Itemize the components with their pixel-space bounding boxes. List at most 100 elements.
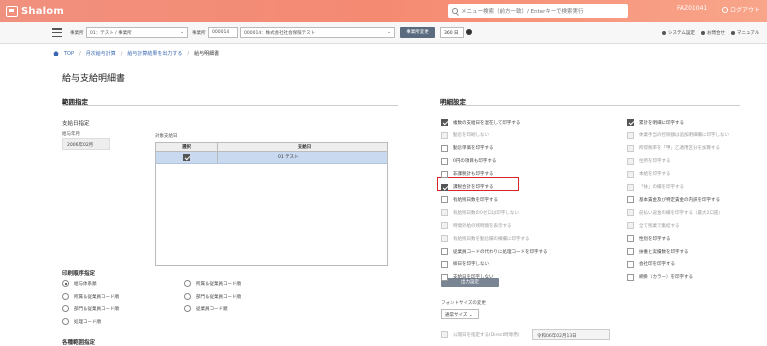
detail-option[interactable]: 複数の支給日を混在して印字する xyxy=(441,119,520,126)
option-checkbox[interactable] xyxy=(627,222,634,230)
option-label: 前払い返金の欄を印字する（最大2口座） xyxy=(639,210,723,216)
breadcrumb-top[interactable]: TOP xyxy=(64,51,74,57)
option-checkbox[interactable] xyxy=(627,170,634,178)
app-logo[interactable]: Shalom xyxy=(6,4,64,18)
system-settings-label: システム設定 xyxy=(668,31,695,36)
detail-option[interactable]: 全て残業で集結する xyxy=(627,222,680,230)
pubdate-option[interactable]: 公開日を指定する(Direct時専用) xyxy=(441,331,519,338)
detail-option[interactable]: 扶養と実績数を印字する xyxy=(627,248,689,255)
option-checkbox[interactable] xyxy=(441,131,448,139)
detail-option[interactable]: 前払い返金の欄を印字する（最大2口座） xyxy=(627,209,723,217)
option-checkbox[interactable] xyxy=(441,196,448,204)
option-checkbox[interactable] xyxy=(441,119,448,126)
detail-option[interactable]: 時間外給の残時間を表示する xyxy=(441,222,512,230)
option-checkbox[interactable] xyxy=(627,248,634,255)
option-checkbox[interactable] xyxy=(627,183,634,191)
option-checkbox[interactable] xyxy=(627,131,634,139)
detail-option[interactable]: 非課税計も印字する xyxy=(441,170,494,178)
detail-option[interactable]: 「扶」の欄を印字する xyxy=(627,183,684,191)
radio-button[interactable] xyxy=(62,293,69,300)
option-checkbox[interactable] xyxy=(441,235,448,243)
order-option[interactable]: 処理コード順 xyxy=(62,318,101,325)
detail-option[interactable]: 勤怠単価を印字する xyxy=(441,144,494,152)
option-label: 休業手当の控除額は追加明細欄に印字しない xyxy=(639,133,729,139)
detail-option[interactable]: 課税合計を印字する xyxy=(441,183,494,191)
detail-option[interactable]: 支給日を印字しない xyxy=(441,273,494,281)
option-checkbox[interactable] xyxy=(441,248,448,255)
option-checkbox[interactable] xyxy=(441,183,448,191)
days-value: 360 xyxy=(444,31,453,36)
contact-link[interactable]: お問合せ xyxy=(701,30,725,36)
detail-option[interactable]: 従業員コードの代わりに処理コードを印字する xyxy=(441,248,548,255)
system-settings-link[interactable]: システム設定 xyxy=(662,30,695,36)
order-option[interactable]: 従業員コード順 xyxy=(184,305,228,312)
detail-option[interactable]: 有給残日数を印字する xyxy=(441,196,498,204)
days-input[interactable]: 360 日 xyxy=(440,27,464,38)
radio-button[interactable] xyxy=(184,280,191,287)
year-month-value: 2006年02月 xyxy=(67,143,94,148)
radio-button[interactable] xyxy=(62,305,69,312)
detail-option[interactable]: 本給を印字する xyxy=(627,170,671,178)
manual-link[interactable]: マニュアル xyxy=(731,30,759,36)
detail-option[interactable]: 締日を印字しない xyxy=(441,260,489,268)
hamburger-menu-icon[interactable] xyxy=(52,28,62,37)
help-circle-icon[interactable] xyxy=(466,29,472,35)
option-checkbox[interactable] xyxy=(627,157,634,165)
order-option[interactable]: 給与体系順 xyxy=(62,280,97,287)
radio-button[interactable] xyxy=(184,293,191,300)
order-option[interactable]: 部門＆従業員コード順 xyxy=(62,305,119,312)
pubdate-input[interactable]: 令和06年02月13日 xyxy=(532,329,610,340)
option-checkbox[interactable] xyxy=(627,196,634,204)
detail-option[interactable]: 性別を印字する xyxy=(627,235,671,243)
option-checkbox[interactable] xyxy=(441,273,448,281)
detail-option[interactable]: 網掛（カラー）を印字する xyxy=(627,273,693,281)
option-checkbox[interactable] xyxy=(627,144,634,152)
year-month-field[interactable]: 2006年02月 xyxy=(62,138,110,150)
table-row[interactable]: 01 テスト xyxy=(156,152,387,164)
row-checkbox[interactable] xyxy=(183,154,190,161)
detail-option[interactable]: 所得税率を「甲」乙適用区分を加算する xyxy=(627,144,720,152)
radio-button[interactable] xyxy=(62,280,69,287)
option-label: 有給残日数の0ゼロは印字しない xyxy=(453,210,519,216)
pubdate-checkbox[interactable] xyxy=(441,331,448,338)
detail-option[interactable]: 累計を明細に印字する xyxy=(627,119,684,126)
font-size-select[interactable]: 通常サイズ ⌄ xyxy=(441,309,479,319)
user-id[interactable]: FAZ01041 xyxy=(677,5,707,12)
radio-button[interactable] xyxy=(62,318,69,325)
option-label: 有給残日数を印字する xyxy=(453,197,498,203)
option-checkbox[interactable] xyxy=(441,222,448,230)
option-checkbox[interactable] xyxy=(627,119,634,126)
office-code-input[interactable]: 000014 xyxy=(208,27,238,38)
option-checkbox[interactable] xyxy=(627,273,634,281)
option-checkbox[interactable] xyxy=(441,260,448,268)
detail-option[interactable]: 有給残日数の0ゼロは印字しない xyxy=(441,209,519,217)
option-checkbox[interactable] xyxy=(441,209,448,217)
detail-option[interactable]: 勤怠を印刷しない xyxy=(441,131,489,139)
order-option[interactable]: 部門＆従業員コード順 xyxy=(184,293,241,300)
header-select: 選択 xyxy=(156,143,218,151)
company-select[interactable]: 01：テスト / 事業所 ⌄ xyxy=(86,27,188,38)
option-checkbox[interactable] xyxy=(441,157,448,165)
menu-search-input[interactable]: メニュー検索（前方一致）/ Enterキーで検索実行 xyxy=(448,4,628,18)
detail-option[interactable]: 有給残日数を勤怠欄の横欄に印字する xyxy=(441,235,530,243)
detail-option[interactable]: 会社印を印字する xyxy=(627,260,675,268)
option-checkbox[interactable] xyxy=(627,209,634,217)
order-option[interactable]: 所属＆従業員コード順 xyxy=(184,280,241,287)
radio-button[interactable] xyxy=(184,305,191,312)
option-checkbox[interactable] xyxy=(441,170,448,178)
target-date-table: 選択 支給日 01 テスト xyxy=(155,142,388,266)
option-checkbox[interactable] xyxy=(441,144,448,152)
order-option[interactable]: 所属＆従業員コード順 xyxy=(62,293,119,300)
logout-button[interactable]: ログアウト xyxy=(722,5,760,14)
detail-option[interactable]: 0円の項目も印字する xyxy=(441,157,497,165)
change-office-button[interactable]: 事業所変更 xyxy=(400,27,435,38)
option-checkbox[interactable] xyxy=(627,235,634,243)
office-select[interactable]: 000014：株式会社社会保険テスト ⌄ xyxy=(240,27,395,38)
detail-option[interactable]: 住所を印字する xyxy=(627,157,671,165)
breadcrumb-output[interactable]: 給与計算結果を出力する xyxy=(127,50,182,57)
detail-option[interactable]: 休業手当の控除額は追加明細欄に印字しない xyxy=(627,131,729,139)
breadcrumb-monthly[interactable]: 月次給与計算 xyxy=(86,50,116,57)
option-checkbox[interactable] xyxy=(627,260,634,268)
detail-option[interactable]: 基本賃金及び特定賃金の内訳を印字する xyxy=(627,196,720,204)
option-label: 0円の項目も印字する xyxy=(453,159,497,165)
